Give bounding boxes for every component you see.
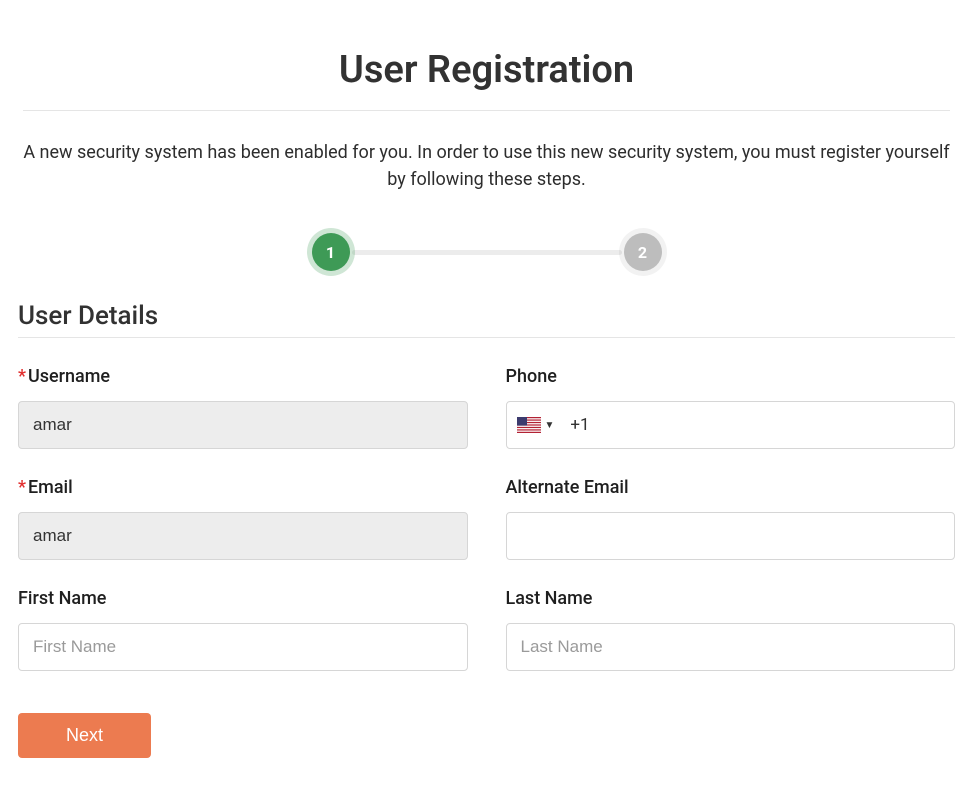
required-star: * <box>18 477 26 498</box>
country-select[interactable]: ▼ <box>517 417 561 433</box>
step-1: 1 <box>312 233 350 271</box>
field-phone: Phone ▼ +1 <box>506 366 956 449</box>
phone-input[interactable] <box>600 402 944 448</box>
intro-text: A new security system has been enabled f… <box>18 139 955 193</box>
email-label: *Email <box>18 477 468 498</box>
chevron-down-icon: ▼ <box>545 420 555 431</box>
alt-email-input[interactable] <box>506 512 956 560</box>
phone-prefix: +1 <box>570 415 589 435</box>
field-alt-email: Alternate Email <box>506 477 956 560</box>
next-button[interactable]: Next <box>18 713 151 758</box>
username-label: *Username <box>18 366 468 387</box>
field-first-name: First Name <box>18 588 468 671</box>
email-input[interactable] <box>18 512 468 560</box>
field-username: *Username <box>18 366 468 449</box>
alt-email-label: Alternate Email <box>506 477 956 498</box>
phone-label: Phone <box>506 366 956 387</box>
required-star: * <box>18 366 26 387</box>
first-name-label: First Name <box>18 588 468 609</box>
page-title: User Registration <box>18 48 955 92</box>
stepper: 1 2 <box>18 233 955 271</box>
form-actions: Next <box>18 713 955 758</box>
step-2: 2 <box>624 233 662 271</box>
phone-input-wrap: ▼ +1 <box>506 401 956 449</box>
step-line <box>352 250 622 255</box>
section-title: User Details <box>18 301 955 331</box>
field-email: *Email <box>18 477 468 560</box>
field-last-name: Last Name <box>506 588 956 671</box>
last-name-label: Last Name <box>506 588 956 609</box>
first-name-input[interactable] <box>18 623 468 671</box>
username-input[interactable] <box>18 401 468 449</box>
section-divider <box>18 337 955 338</box>
form-grid: *Username Phone ▼ <box>18 366 955 671</box>
last-name-input[interactable] <box>506 623 956 671</box>
title-divider <box>23 110 950 111</box>
us-flag-icon <box>517 417 541 433</box>
